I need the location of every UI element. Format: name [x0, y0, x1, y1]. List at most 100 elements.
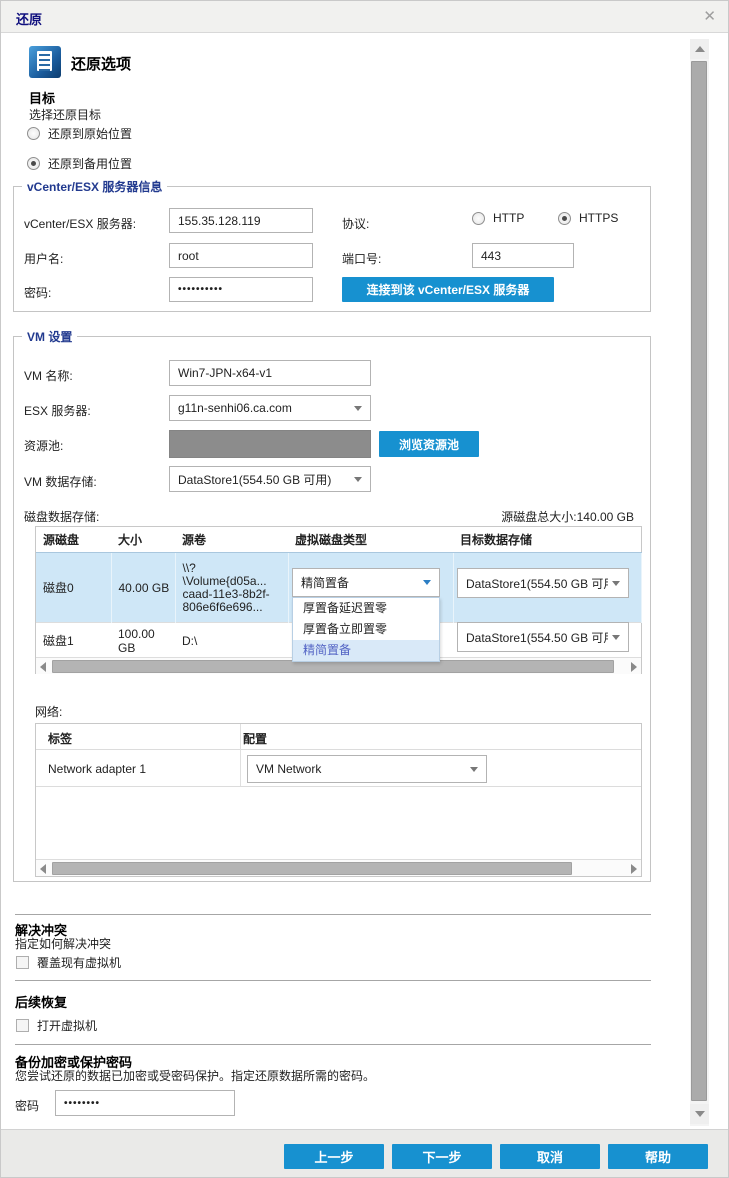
- menu-item-thin[interactable]: 精简置备: [293, 640, 439, 661]
- radio-http[interactable]: HTTP: [472, 211, 524, 225]
- http-label: HTTP: [493, 211, 525, 225]
- radio-icon[interactable]: [472, 211, 485, 225]
- content-area: 还原选项 目标 选择还原目标 还原到原始位置 还原到备用位置 vCenter/E…: [9, 34, 691, 1129]
- disk1-datastore-value: DataStore1(554.50 GB 可用): [466, 630, 608, 645]
- radio-original-location[interactable]: 还原到原始位置: [27, 125, 132, 142]
- https-label: HTTPS: [579, 211, 619, 225]
- disk0-datastore-value: DataStore1(554.50 GB 可用): [466, 576, 608, 591]
- resource-pool-label: 资源池:: [24, 439, 64, 453]
- titlebar: 还原 ✕: [1, 1, 728, 33]
- esx-server-label: ESX 服务器:: [24, 404, 91, 418]
- power-on-vm-label: 打开虚拟机: [37, 1019, 98, 1033]
- menu-item-thick-lazy[interactable]: 厚置备延迟置零: [293, 598, 439, 619]
- network-table: 标签 配置 Network adapter 1 VM Network: [35, 723, 642, 877]
- disk1-name: 磁盘1: [36, 622, 111, 659]
- vm-datastore-dropdown[interactable]: DataStore1(554.50 GB 可用): [169, 466, 371, 492]
- scroll-left-icon[interactable]: [40, 864, 46, 874]
- vscrollbar-thumb[interactable]: [691, 61, 707, 1101]
- close-icon[interactable]: ✕: [703, 7, 716, 25]
- help-button[interactable]: 帮助: [608, 1144, 708, 1169]
- disk0-size: 40.00 GB: [111, 552, 176, 623]
- checkbox-icon[interactable]: [16, 956, 29, 969]
- radio-selected-icon[interactable]: [558, 211, 571, 225]
- username-value: root: [178, 248, 199, 263]
- overwrite-vm-checkbox-row[interactable]: 覆盖现有虚拟机: [16, 954, 121, 971]
- radio-alternate-location[interactable]: 还原到备用位置: [27, 155, 132, 172]
- scroll-left-icon[interactable]: [40, 662, 46, 672]
- divider: [240, 724, 241, 786]
- chevron-down-icon: [470, 766, 478, 772]
- overwrite-vm-label: 覆盖现有虚拟机: [37, 956, 122, 970]
- browse-resource-pool-button[interactable]: 浏览资源池: [379, 431, 479, 457]
- disk0-datastore-dropdown[interactable]: DataStore1(554.50 GB 可用): [457, 568, 629, 598]
- divider: [36, 786, 641, 787]
- disk1-size: 100.00 GB: [111, 622, 175, 659]
- vcenter-legend: vCenter/ESX 服务器信息: [22, 178, 168, 195]
- vcenter-groupbox: vCenter/ESX 服务器信息 vCenter/ESX 服务器: 155.3…: [13, 178, 651, 312]
- vm-datastore-label: VM 数据存储:: [24, 475, 97, 489]
- disk-table-header: 源磁盘 大小 源卷 虚拟磁盘类型 目标数据存储: [36, 527, 641, 553]
- menu-item-thick-eager[interactable]: 厚置备立即置零: [293, 619, 439, 640]
- password-label: 密码:: [24, 286, 52, 300]
- col-source-disk: 源磁盘: [36, 527, 111, 553]
- vm-name-label: VM 名称:: [24, 369, 73, 383]
- target-subheading: 选择还原目标: [29, 108, 102, 122]
- encryption-password-input[interactable]: ••••••••: [55, 1090, 235, 1116]
- server-value: 155.35.128.119: [178, 213, 261, 228]
- restore-options-icon: [29, 46, 61, 78]
- post-recovery-heading: 后续恢复: [15, 995, 68, 1010]
- chevron-down-icon: [612, 634, 620, 640]
- scroll-up-icon: [694, 46, 705, 52]
- scroll-right-icon[interactable]: [631, 662, 637, 672]
- target-heading: 目标: [29, 91, 56, 106]
- server-input[interactable]: 155.35.128.119: [169, 208, 313, 233]
- scroll-right-icon[interactable]: [631, 864, 637, 874]
- chevron-down-icon: [354, 405, 362, 411]
- protocol-label: 协议:: [342, 217, 370, 231]
- divider: [36, 749, 641, 750]
- conflict-subheading: 指定如何解决冲突: [15, 937, 112, 951]
- dialog-title: 还原: [16, 12, 43, 27]
- power-on-vm-checkbox-row[interactable]: 打开虚拟机: [16, 1017, 97, 1034]
- footer-bar: 上一步 下一步 取消 帮助: [1, 1129, 728, 1177]
- hscrollbar-thumb[interactable]: [52, 862, 572, 875]
- password-input[interactable]: ••••••••••: [169, 277, 313, 302]
- esx-server-value: g11n-senhi06.ca.com: [178, 401, 292, 415]
- col-source-volume: 源卷: [175, 527, 288, 553]
- resource-pool-field-disabled: [169, 430, 371, 458]
- vm-name-input[interactable]: Win7-JPN-x64-v1: [169, 360, 371, 386]
- divider: [15, 914, 651, 915]
- page-title: 还原选项: [71, 56, 132, 73]
- divider: [15, 980, 651, 981]
- previous-button[interactable]: 上一步: [284, 1144, 384, 1169]
- radio-icon[interactable]: [27, 127, 40, 140]
- radio-selected-icon[interactable]: [27, 157, 40, 170]
- disk-table: 源磁盘 大小 源卷 虚拟磁盘类型 目标数据存储 磁盘0 40.00 GB \\?…: [35, 526, 642, 674]
- esx-server-dropdown[interactable]: g11n-senhi06.ca.com: [169, 395, 371, 421]
- chevron-down-icon: [354, 476, 362, 482]
- radio-https[interactable]: HTTPS: [558, 211, 618, 225]
- disk-datastore-label: 磁盘数据存储:: [24, 510, 100, 524]
- scroll-up-button[interactable]: [690, 39, 709, 59]
- disk0-name: 磁盘0: [36, 552, 112, 623]
- vm-settings-groupbox: VM 设置 VM 名称: Win7-JPN-x64-v1 ESX 服务器: g1…: [13, 328, 651, 882]
- username-input[interactable]: root: [169, 243, 313, 268]
- vm-name-value: Win7-JPN-x64-v1: [178, 366, 273, 380]
- scroll-down-button[interactable]: [690, 1104, 709, 1124]
- disk1-datastore-dropdown[interactable]: DataStore1(554.50 GB 可用): [457, 622, 629, 652]
- port-input[interactable]: 443: [472, 243, 574, 268]
- checkbox-icon[interactable]: [16, 1019, 29, 1032]
- col-config: 配置: [243, 732, 268, 746]
- vertical-scrollbar[interactable]: [690, 39, 709, 1126]
- network-config-dropdown[interactable]: VM Network: [247, 755, 487, 783]
- cancel-button[interactable]: 取消: [500, 1144, 600, 1169]
- network-table-hscrollbar[interactable]: [36, 859, 641, 876]
- encryption-password-value: ••••••••: [64, 1097, 101, 1109]
- col-target-datastore: 目标数据存储: [453, 527, 641, 553]
- password-value: ••••••••••: [178, 284, 224, 295]
- chevron-down-icon: [612, 580, 620, 586]
- connect-button[interactable]: 连接到该 vCenter/ESX 服务器: [342, 277, 554, 302]
- next-button[interactable]: 下一步: [392, 1144, 492, 1169]
- disk0-type-dropdown[interactable]: 精简置备: [292, 568, 440, 597]
- disk0-type-value: 精简置备: [301, 576, 350, 590]
